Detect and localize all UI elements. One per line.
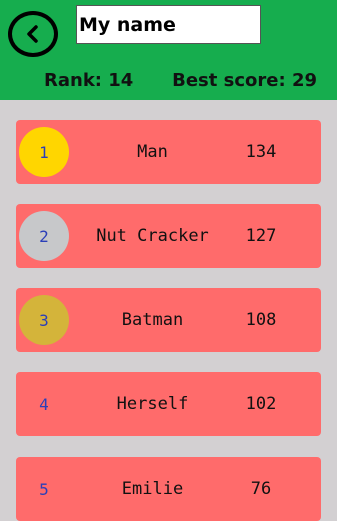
player-name: Batman [121, 310, 184, 330]
rank-number: 3 [39, 310, 49, 330]
leaderboard-row[interactable]: 1 Man 134 [16, 120, 321, 184]
leaderboard-row[interactable]: 5 Emilie 76 [16, 457, 321, 521]
player-name: Herself [116, 394, 189, 414]
player-score: 102 [245, 394, 277, 414]
top-bar: Rank: 14 Best score: 29 [0, 0, 337, 100]
player-score: 127 [245, 226, 277, 246]
player-name: Emilie [121, 479, 184, 499]
rank-label: Rank: 14 [44, 70, 134, 91]
chevron-left-icon [27, 25, 38, 43]
rank-number: 4 [39, 394, 49, 414]
leaderboard-row[interactable]: 2 Nut Cracker 127 [16, 204, 321, 268]
player-score: 108 [245, 310, 277, 330]
player-score: 76 [250, 479, 272, 499]
leaderboard-row[interactable]: 3 Batman 108 [16, 288, 321, 352]
back-button[interactable] [8, 11, 58, 57]
rank-number: 1 [39, 142, 49, 162]
rank-number: 5 [39, 479, 49, 499]
rank-number: 2 [39, 226, 49, 246]
player-name: Man [137, 142, 168, 162]
player-name: Nut Cracker [96, 226, 209, 246]
best-score-label: Best score: 29 [172, 70, 317, 91]
player-score: 134 [245, 142, 277, 162]
leaderboard-row[interactable]: 4 Herself 102 [16, 372, 321, 436]
player-name-input[interactable] [76, 5, 261, 44]
